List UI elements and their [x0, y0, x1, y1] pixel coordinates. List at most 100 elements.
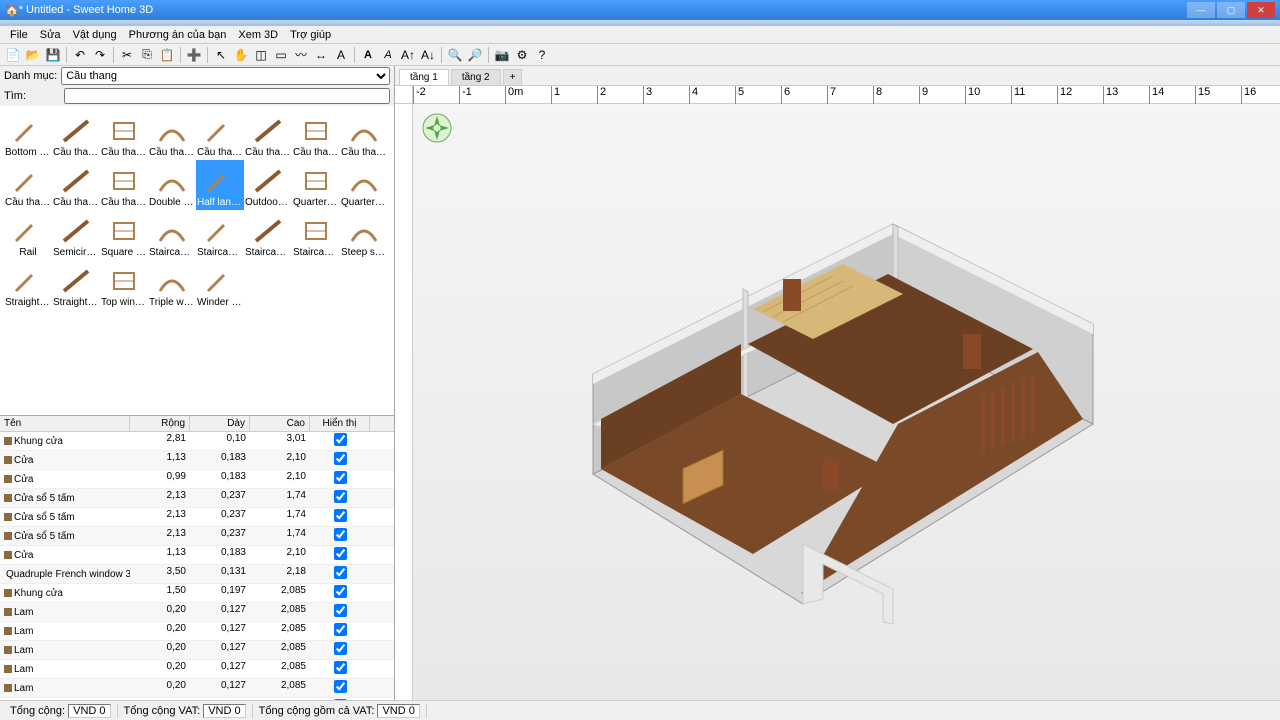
menu-file[interactable]: File: [4, 29, 34, 41]
menu-3d[interactable]: Xem 3D: [232, 29, 284, 41]
visible-checkbox[interactable]: [334, 490, 347, 503]
paste-button[interactable]: 📋: [158, 46, 176, 64]
catalog-item[interactable]: Cầu thang...: [292, 110, 340, 160]
catalog-item[interactable]: Staircase s...: [244, 210, 292, 260]
cut-button[interactable]: ✂: [118, 46, 136, 64]
visible-checkbox[interactable]: [334, 566, 347, 579]
text-italic-button[interactable]: A: [379, 46, 397, 64]
catalog-item[interactable]: Cầu thang: [100, 110, 148, 160]
catalog-item[interactable]: Cầu thang...: [244, 110, 292, 160]
table-row[interactable]: Lam 0,20 0,127 2,085: [0, 698, 394, 700]
redo-button[interactable]: ↷: [91, 46, 109, 64]
minimize-button[interactable]: —: [1187, 2, 1215, 18]
catalog-item[interactable]: Square spi...: [100, 210, 148, 260]
catalog-item[interactable]: Bottom wi...: [4, 110, 52, 160]
catalog-item[interactable]: Top winde...: [100, 260, 148, 310]
table-row[interactable]: Lam 0,20 0,127 2,085: [0, 660, 394, 679]
close-button[interactable]: ✕: [1247, 2, 1275, 18]
catalog-item[interactable]: Rail: [4, 210, 52, 260]
visible-checkbox[interactable]: [334, 547, 347, 560]
dimension-tool[interactable]: ↔: [312, 46, 330, 64]
catalog-item[interactable]: Cầu thang: [52, 110, 100, 160]
table-row[interactable]: Cửa sổ 5 tấm 2,13 0,237 1,74: [0, 489, 394, 508]
3d-view[interactable]: [413, 104, 1280, 700]
table-row[interactable]: Khung cửa 2,81 0,10 3,01: [0, 432, 394, 451]
table-row[interactable]: Cửa sổ 5 tấm 2,13 0,237 1,74: [0, 527, 394, 546]
table-row[interactable]: Khung cửa 1,50 0,197 2,085: [0, 584, 394, 603]
catalog-item[interactable]: Cầu thang...: [4, 160, 52, 210]
catalog-item[interactable]: Quarter la...: [340, 160, 388, 210]
catalog-item[interactable]: Staircase c...: [148, 210, 196, 260]
pan-tool[interactable]: ✋: [232, 46, 250, 64]
visible-checkbox[interactable]: [334, 699, 347, 700]
visible-checkbox[interactable]: [334, 509, 347, 522]
zoom-in-button[interactable]: 🔍: [446, 46, 464, 64]
visible-checkbox[interactable]: [334, 642, 347, 655]
visible-checkbox[interactable]: [334, 452, 347, 465]
furniture-list[interactable]: Tên Rộng Dày Cao Hiển thị Khung cửa 2,81…: [0, 416, 394, 700]
help-button[interactable]: ?: [533, 46, 551, 64]
catalog-item[interactable]: Double wi...: [148, 160, 196, 210]
catalog-item[interactable]: Cầu thang...: [148, 110, 196, 160]
catalog-item[interactable]: Staircase ...: [292, 210, 340, 260]
visible-checkbox[interactable]: [334, 585, 347, 598]
add-furniture-button[interactable]: ➕: [185, 46, 203, 64]
table-row[interactable]: Lam 0,20 0,127 2,085: [0, 622, 394, 641]
visible-checkbox[interactable]: [334, 623, 347, 636]
search-input[interactable]: [64, 88, 390, 104]
zoom-out-button[interactable]: 🔎: [466, 46, 484, 64]
open-button[interactable]: 📂: [24, 46, 42, 64]
catalog-item[interactable]: Straight st...: [4, 260, 52, 310]
visible-checkbox[interactable]: [334, 433, 347, 446]
category-select[interactable]: Cầu thang: [61, 67, 390, 85]
table-row[interactable]: Quadruple French window 3 ... 3,50 0,131…: [0, 565, 394, 584]
tab-floor-1[interactable]: tầng 1: [399, 69, 449, 85]
tab-add[interactable]: +: [503, 69, 523, 85]
catalog-item[interactable]: Triple win...: [148, 260, 196, 310]
select-tool[interactable]: ↖: [212, 46, 230, 64]
table-row[interactable]: Cửa 1,13 0,183 2,10: [0, 451, 394, 470]
copy-button[interactable]: ⎘: [138, 46, 156, 64]
text-dec-button[interactable]: A↓: [419, 46, 437, 64]
catalog-item[interactable]: Staircase l...: [196, 210, 244, 260]
visible-checkbox[interactable]: [334, 604, 347, 617]
catalog-item[interactable]: Straight st...: [52, 260, 100, 310]
catalog-item[interactable]: Winder sta...: [196, 260, 244, 310]
nav-compass-icon[interactable]: [421, 112, 453, 144]
visible-checkbox[interactable]: [334, 680, 347, 693]
catalog-item[interactable]: Quarter la...: [292, 160, 340, 210]
catalog-item[interactable]: Outdoor st...: [244, 160, 292, 210]
menu-furniture[interactable]: Vật dụng: [67, 29, 123, 41]
wall-tool[interactable]: ◫: [252, 46, 270, 64]
table-row[interactable]: Lam 0,20 0,127 2,085: [0, 603, 394, 622]
save-button[interactable]: 💾: [44, 46, 62, 64]
catalog-item[interactable]: Cầu thang...: [196, 110, 244, 160]
photo-button[interactable]: 📷: [493, 46, 511, 64]
maximize-button[interactable]: ▢: [1217, 2, 1245, 18]
text-bold-button[interactable]: A: [359, 46, 377, 64]
catalog-item[interactable]: Cầu thang...: [52, 160, 100, 210]
catalog-item[interactable]: Semicircul...: [52, 210, 100, 260]
undo-button[interactable]: ↶: [71, 46, 89, 64]
menu-plan[interactable]: Phương án của bạn: [123, 29, 233, 41]
table-row[interactable]: Cửa 0,99 0,183 2,10: [0, 470, 394, 489]
text-tool[interactable]: A: [332, 46, 350, 64]
catalog-item[interactable]: Cầu thang...: [100, 160, 148, 210]
table-row[interactable]: Lam 0,20 0,127 2,085: [0, 679, 394, 698]
prefs-button[interactable]: ⚙: [513, 46, 531, 64]
room-tool[interactable]: ▭: [272, 46, 290, 64]
menu-help[interactable]: Trợ giúp: [284, 29, 337, 41]
furniture-catalog[interactable]: Bottom wi...Cầu thangCầu thangCầu thang.…: [0, 106, 394, 416]
tab-floor-2[interactable]: tầng 2: [451, 69, 501, 85]
visible-checkbox[interactable]: [334, 471, 347, 484]
text-inc-button[interactable]: A↑: [399, 46, 417, 64]
menu-edit[interactable]: Sửa: [34, 29, 67, 41]
catalog-item[interactable]: Half landi...: [196, 160, 244, 210]
catalog-item[interactable]: Cầu thang...: [340, 110, 388, 160]
table-row[interactable]: Cửa sổ 5 tấm 2,13 0,237 1,74: [0, 508, 394, 527]
new-button[interactable]: 📄: [4, 46, 22, 64]
visible-checkbox[interactable]: [334, 528, 347, 541]
polyline-tool[interactable]: 〰: [292, 46, 310, 64]
table-row[interactable]: Lam 0,20 0,127 2,085: [0, 641, 394, 660]
catalog-item[interactable]: Steep stair...: [340, 210, 388, 260]
